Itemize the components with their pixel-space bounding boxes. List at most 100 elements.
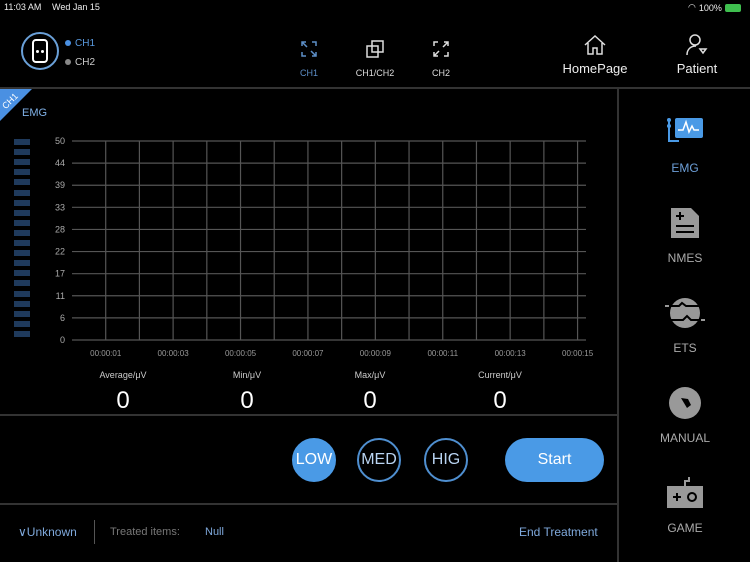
stat-label: Average/μV: [99, 370, 147, 380]
stat-value: 0: [493, 387, 507, 414]
sidebar-nmes-label: NMES: [667, 251, 703, 265]
y-tick-label: 0: [60, 335, 65, 345]
y-tick-label: 50: [55, 136, 65, 146]
view-ch1-button[interactable]: CH1: [279, 40, 339, 78]
stats-divider: [0, 414, 618, 416]
meter-segment: [14, 290, 30, 297]
meter-segment: [14, 189, 30, 196]
device-icon[interactable]: [21, 32, 59, 70]
stat-label: Max/μV: [354, 370, 386, 380]
sidebar-item-ets[interactable]: ETS: [620, 296, 750, 355]
x-tick-label: 00:00:15: [562, 349, 594, 358]
stat-value: 0: [363, 387, 377, 414]
meter-segment: [14, 219, 30, 226]
sidebar-manual-label: MANUAL: [659, 431, 710, 445]
patient-icon: [686, 34, 708, 56]
gamepad-icon: [667, 477, 703, 508]
homepage-button[interactable]: HomePage: [560, 34, 630, 76]
meter-segment: [14, 199, 30, 206]
meter-segment: [14, 149, 30, 156]
chevron-down-icon: ∨: [18, 525, 27, 539]
y-tick-label: 44: [55, 158, 65, 168]
y-tick-label: 28: [55, 224, 65, 234]
stat-value: 0: [116, 387, 130, 414]
sidebar-emg-label: EMG: [671, 161, 699, 175]
footer-divider: [0, 503, 618, 505]
home-icon: [584, 34, 606, 55]
x-tick-label: 00:00:05: [225, 349, 257, 358]
treated-items-label: Treated items:: [110, 526, 180, 538]
x-tick-label: 00:00:01: [90, 349, 122, 358]
emg-icon: [667, 118, 703, 142]
sidebar-divider: [617, 88, 619, 562]
meter-segment: [14, 209, 30, 216]
ch1-label: CH1: [75, 38, 96, 49]
meter-segment: [14, 300, 30, 307]
battery-icon: [724, 3, 741, 12]
treated-items-value: Null: [205, 526, 224, 538]
x-tick-label: 00:00:11: [427, 349, 458, 358]
stat-label: Min/μV: [232, 370, 262, 380]
meter-segment: [14, 229, 30, 236]
view-ch2-label: CH2: [431, 68, 450, 78]
stat-value: 0: [240, 387, 254, 414]
channel-ch2: CH2: [65, 57, 95, 68]
overlap-icon: [366, 40, 384, 58]
start-button[interactable]: Start: [505, 438, 604, 482]
meter-segment: [14, 250, 30, 257]
patient-label: Patient: [676, 61, 718, 76]
status-time: 11:03 AM: [4, 2, 42, 12]
hand-pointer-icon: [669, 387, 701, 419]
x-tick-label: 00:00:09: [360, 349, 392, 358]
level-med-button[interactable]: MED: [357, 438, 401, 482]
stat-label: Current/μV: [478, 370, 522, 380]
meter-segment: [14, 320, 30, 327]
meter-segment: [14, 169, 30, 176]
channel-ch1: CH1: [65, 38, 95, 49]
level-low-button[interactable]: LOW: [292, 438, 336, 482]
end-treatment-button[interactable]: End Treatment: [519, 525, 598, 539]
emg-chart: 50 44 39 33 28 22 17 11 6 0 00:00:01 00:00:03 00:00:…: [55, 136, 594, 358]
meter-segment: [14, 310, 30, 317]
status-right: ◠ 100%: [688, 2, 741, 13]
wifi-icon: ◠: [688, 2, 696, 12]
homepage-label: HomePage: [562, 61, 628, 76]
user-dropdown[interactable]: ∨Unknown: [18, 525, 77, 539]
patient-button[interactable]: Patient: [662, 34, 732, 76]
x-tick-label: 00:00:07: [292, 349, 324, 358]
meter-segment: [14, 159, 30, 166]
x-tick-label: 00:00:13: [495, 349, 527, 358]
sidebar-item-emg[interactable]: EMG: [620, 116, 750, 175]
ets-icon: [665, 298, 707, 328]
footer-separator: [94, 520, 95, 544]
header-divider: [0, 87, 750, 89]
view-ch1-label: CH1: [299, 68, 318, 78]
y-tick-label: 22: [55, 247, 65, 257]
expand-icon: [433, 41, 449, 57]
view-both-label: CH1/CH2: [355, 68, 395, 78]
sidebar-item-game[interactable]: GAME: [620, 476, 750, 535]
view-both-button[interactable]: CH1/CH2: [345, 40, 405, 78]
meter-segment: [14, 260, 30, 267]
meter-segment: [14, 240, 30, 246]
status-date: Wed Jan 15: [52, 2, 100, 12]
ch2-label: CH2: [75, 57, 96, 68]
sidebar-item-manual[interactable]: MANUAL: [620, 386, 750, 445]
sidebar-item-nmes[interactable]: NMES: [620, 206, 750, 265]
sidebar-game-label: GAME: [667, 521, 703, 535]
level-meter: [14, 139, 30, 342]
meter-segment: [14, 270, 30, 277]
meter-segment: [14, 330, 30, 337]
panel-title: EMG: [22, 107, 48, 119]
sidebar-ets-label: ETS: [673, 341, 697, 355]
user-label: Unknown: [26, 525, 77, 539]
meter-segment: [14, 139, 30, 145]
meter-segment: [14, 179, 30, 186]
y-tick-label: 39: [55, 180, 65, 190]
x-tick-label: 00:00:03: [158, 349, 190, 358]
document-plus-icon: [671, 208, 699, 238]
battery-percent: 100%: [698, 2, 722, 13]
view-ch2-button[interactable]: CH2: [411, 40, 471, 78]
level-hig-button[interactable]: HIG: [424, 438, 468, 482]
meter-segment: [14, 280, 30, 287]
